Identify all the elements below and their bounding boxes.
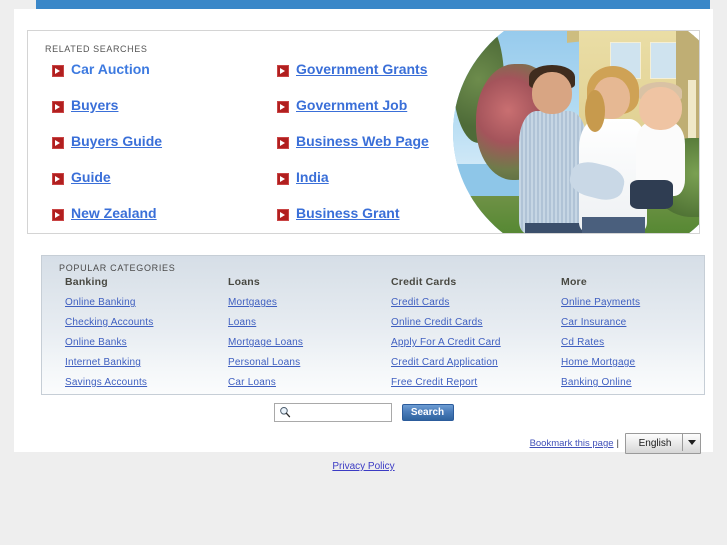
arrow-right-icon bbox=[277, 173, 289, 185]
category-column-loans: Loans Mortgages Loans Mortgage Loans Per… bbox=[228, 276, 391, 397]
related-search-item[interactable]: Business Web Page bbox=[277, 133, 429, 169]
related-search-item[interactable]: Government Job bbox=[277, 97, 429, 133]
footer-separator: | bbox=[616, 438, 619, 449]
related-search-link[interactable]: Business Web Page bbox=[296, 133, 429, 150]
related-searches-panel: RELATED SEARCHES Car Auction Buyers Buye… bbox=[27, 30, 700, 234]
related-search-item[interactable]: Buyers Guide bbox=[52, 133, 162, 169]
related-search-link[interactable]: Government Job bbox=[296, 97, 407, 114]
category-link[interactable]: Online Credit Cards bbox=[391, 317, 561, 328]
category-column-banking: Banking Online Banking Checking Accounts… bbox=[42, 276, 228, 397]
related-search-item[interactable]: Government Grants bbox=[277, 61, 429, 97]
category-link[interactable]: Car Loans bbox=[228, 377, 391, 388]
language-select[interactable]: English bbox=[625, 433, 701, 454]
related-search-link[interactable]: Guide bbox=[71, 169, 111, 186]
related-search-item[interactable]: Business Grant bbox=[277, 205, 429, 233]
family-house-photo bbox=[437, 31, 699, 233]
category-link[interactable]: Personal Loans bbox=[228, 357, 391, 368]
related-search-link[interactable]: Government Grants bbox=[296, 61, 427, 78]
related-search-link[interactable]: Buyers bbox=[71, 97, 118, 114]
category-link[interactable]: Mortgage Loans bbox=[228, 337, 391, 348]
related-search-link[interactable]: India bbox=[296, 169, 329, 186]
footer-utility-bar: Bookmark this page | English bbox=[530, 433, 701, 454]
arrow-right-icon bbox=[277, 137, 289, 149]
top-blue-bar bbox=[36, 0, 710, 9]
category-column-more: More Online Payments Car Insurance Cd Ra… bbox=[561, 276, 711, 397]
chevron-down-icon[interactable] bbox=[682, 434, 700, 451]
popular-categories-panel: POPULAR CATEGORIES Banking Online Bankin… bbox=[41, 255, 705, 395]
privacy-policy-link[interactable]: Privacy Policy bbox=[332, 461, 394, 472]
category-link[interactable]: Credit Card Application bbox=[391, 357, 561, 368]
category-link[interactable]: Savings Accounts bbox=[65, 377, 228, 388]
arrow-right-icon bbox=[52, 173, 64, 185]
search-button[interactable]: Search bbox=[401, 404, 454, 421]
category-link[interactable]: Online Banking bbox=[65, 297, 228, 308]
related-searches-right-column: Government Grants Government Job Busines… bbox=[277, 61, 429, 233]
category-link[interactable]: Free Credit Report bbox=[391, 377, 561, 388]
category-link[interactable]: Online Payments bbox=[561, 297, 711, 308]
category-link[interactable]: Checking Accounts bbox=[65, 317, 228, 328]
search-box[interactable] bbox=[273, 403, 392, 422]
related-search-link[interactable]: New Zealand bbox=[71, 205, 157, 222]
category-link[interactable]: Mortgages bbox=[228, 297, 391, 308]
related-search-item[interactable]: New Zealand bbox=[52, 205, 162, 233]
privacy-policy-row: Privacy Policy bbox=[0, 456, 727, 474]
category-column-credit-cards: Credit Cards Credit Cards Online Credit … bbox=[391, 276, 561, 397]
arrow-right-icon bbox=[52, 65, 64, 77]
category-link[interactable]: Cd Rates bbox=[561, 337, 711, 348]
related-search-item[interactable]: Car Auction bbox=[52, 61, 162, 97]
arrow-right-icon bbox=[277, 209, 289, 221]
arrow-right-icon bbox=[52, 209, 64, 221]
arrow-right-icon bbox=[277, 101, 289, 113]
related-search-link[interactable]: Buyers Guide bbox=[71, 133, 162, 150]
related-search-item[interactable]: Guide bbox=[52, 169, 162, 205]
category-link[interactable]: Credit Cards bbox=[391, 297, 561, 308]
search-input[interactable] bbox=[276, 405, 389, 420]
search-row: Search bbox=[14, 403, 713, 422]
category-link[interactable]: Internet Banking bbox=[65, 357, 228, 368]
related-search-item[interactable]: India bbox=[277, 169, 429, 205]
category-heading: More bbox=[561, 276, 587, 288]
arrow-right-icon bbox=[277, 65, 289, 77]
arrow-right-icon bbox=[52, 137, 64, 149]
category-heading: Credit Cards bbox=[391, 276, 457, 288]
arrow-right-icon bbox=[52, 101, 64, 113]
main-content-area: RELATED SEARCHES Car Auction Buyers Buye… bbox=[14, 9, 713, 454]
category-link[interactable]: Apply For A Credit Card bbox=[391, 337, 561, 348]
page-root: RELATED SEARCHES Car Auction Buyers Buye… bbox=[0, 0, 727, 545]
category-link[interactable]: Loans bbox=[228, 317, 391, 328]
category-link[interactable]: Home Mortgage bbox=[561, 357, 711, 368]
category-heading: Banking bbox=[65, 276, 108, 288]
category-heading: Loans bbox=[228, 276, 260, 288]
related-search-link[interactable]: Car Auction bbox=[71, 61, 150, 78]
related-searches-left-column: Car Auction Buyers Buyers Guide Guide Ne… bbox=[52, 61, 162, 233]
bookmark-this-page-link[interactable]: Bookmark this page bbox=[530, 438, 614, 449]
related-searches-title: RELATED SEARCHES bbox=[45, 44, 148, 54]
popular-categories-title: POPULAR CATEGORIES bbox=[59, 263, 176, 273]
category-link[interactable]: Online Banks bbox=[65, 337, 228, 348]
popular-categories-columns: Banking Online Banking Checking Accounts… bbox=[42, 276, 704, 397]
related-search-item[interactable]: Buyers bbox=[52, 97, 162, 133]
category-link[interactable]: Car Insurance bbox=[561, 317, 711, 328]
related-search-link[interactable]: Business Grant bbox=[296, 205, 399, 222]
category-link[interactable]: Banking Online bbox=[561, 377, 711, 388]
